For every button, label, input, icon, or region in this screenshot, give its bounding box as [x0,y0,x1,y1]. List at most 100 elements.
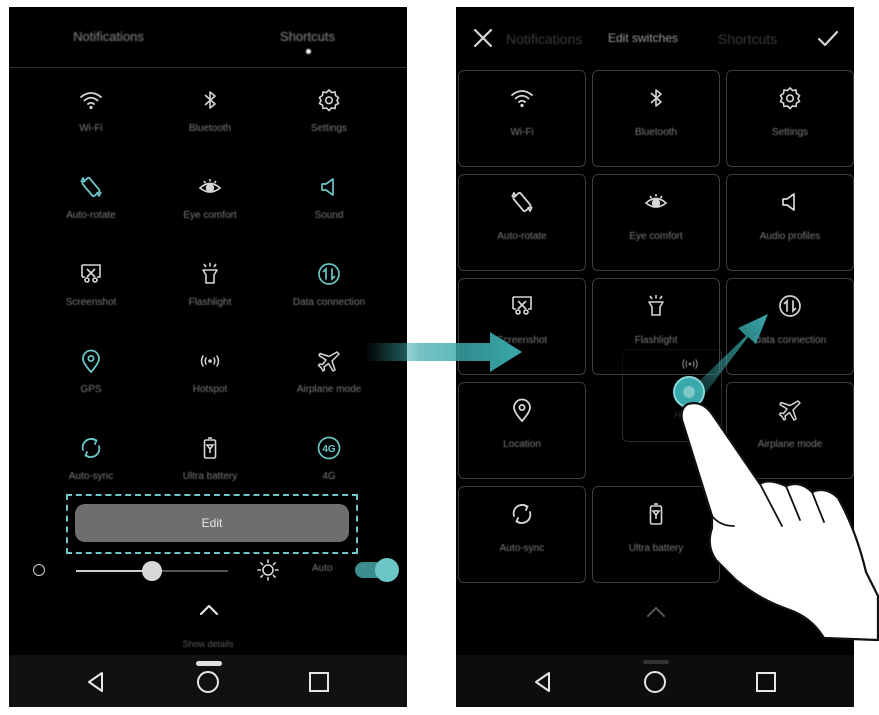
brightness-slider[interactable] [76,561,228,581]
bluetooth-icon [643,85,669,111]
high-brightness-icon [257,559,279,581]
switch-tile-label: Bluetooth [634,127,678,138]
wifi-icon [78,87,104,113]
home-nav-button[interactable] [640,667,670,697]
switch-tile-label: Audio profiles [759,231,821,242]
switch-tile-wi-fi[interactable]: Wi-Fi [458,70,586,167]
toggle-4g[interactable]: 4G [264,431,394,501]
toggle-airplane-mode[interactable]: Airplane mode [264,344,394,414]
drag-handle[interactable] [196,661,222,666]
hotspot-icon [679,353,701,375]
toggle-sound[interactable]: Sound [264,170,394,240]
edit-highlight-frame: Edit [66,494,358,554]
eye-icon [197,174,223,200]
recents-nav-button[interactable] [751,667,781,697]
switch-tile-auto-rotate[interactable]: Auto-rotate [458,174,586,271]
toggle-hotspot[interactable]: Hotspot [145,344,275,414]
switch-tile-settings[interactable]: Settings [726,70,854,167]
close-icon[interactable] [472,27,494,49]
switch-tile-data-connection[interactable]: Data connection [726,278,854,375]
sync-icon [78,435,104,461]
home-nav-button[interactable] [193,667,223,697]
toggle-screenshot[interactable]: Screenshot [26,257,156,327]
toggle-gps[interactable]: GPS [26,344,156,414]
switch-tile-screenshot[interactable]: Screenshot [458,278,586,375]
chevron-up-icon [646,606,666,618]
location-pin-icon [78,348,104,374]
chevron-up-icon[interactable] [198,603,220,617]
toggle-eye-comfort[interactable]: Eye comfort [145,170,275,240]
edit-title: Edit switches [608,31,679,45]
switch-tile-ultra-battery[interactable]: Ultra battery [592,486,720,583]
tab-notifications[interactable]: Notifications [9,29,208,44]
toggle-data-connection[interactable]: Data connection [264,257,394,327]
header-divider [9,67,407,68]
toggle-wi-fi[interactable]: Wi-Fi [26,83,156,153]
tab-shortcuts-label: Shortcuts [280,28,335,44]
switch-tile-auto-sync[interactable]: Auto-sync [458,486,586,583]
switch-tile-airplane-mode[interactable]: Airplane mode [726,382,854,479]
collapse-label: Show details [182,639,234,649]
switch-tile-location[interactable]: Location [458,382,586,479]
airplane-icon [777,397,803,423]
flashlight-icon [643,293,669,319]
drag-handle [643,660,669,664]
switch-tile-label: Flashlight [634,335,678,346]
speaker-icon [777,189,803,215]
switch-tile-label: Auto-sync [499,543,545,554]
toggle-settings[interactable]: Settings [264,83,394,153]
flashlight-icon [197,261,223,287]
toggle-label: Data connection [292,297,366,308]
edit-switches-screen: Notifications Edit switches Shortcuts Wi… [456,7,854,707]
gear-icon [777,85,803,111]
brightness-row: Auto [9,553,407,585]
back-nav-button[interactable] [81,667,111,697]
switch-tile-eye-comfort[interactable]: Eye comfort [592,174,720,271]
switch-tile-label: Settings [771,127,809,138]
switch-tile-bluetooth[interactable]: Bluetooth [592,70,720,167]
switch-tile-audio-profiles[interactable]: Audio profiles [726,174,854,271]
auto-brightness-label: Auto [312,563,333,574]
toggle-label: Settings [310,123,348,134]
toggle-auto-sync[interactable]: Auto-sync [26,431,156,501]
ghost-tab-notifications: Notifications [506,31,583,47]
toggle-label: Hotspot [192,384,228,395]
rotate-icon [78,174,104,200]
gear-icon [316,87,342,113]
recents-nav-button[interactable] [304,667,334,697]
switch-tile-label: Ultra battery [628,543,684,554]
toggle-bluetooth[interactable]: Bluetooth [145,83,275,153]
quick-settings-screen: Notifications Shortcuts Wi-Fi Bluetooth Se… [9,7,407,707]
active-tab-indicator [305,48,311,54]
edit-header: Notifications Edit switches Shortcuts [456,7,854,69]
switch-tile-label: Wi-Fi [510,127,534,138]
back-nav-button[interactable] [528,667,558,697]
screenshot-icon [509,293,535,319]
airplane-icon [316,348,342,374]
rotate-icon [509,189,535,215]
switch-tile-label: Location [503,439,541,450]
switch-tile-label: Airplane mode [757,439,823,450]
toggle-label: Eye comfort [183,210,237,221]
toggle-label: Ultra battery [182,471,238,482]
toggle-auto-rotate[interactable]: Auto-rotate [26,170,156,240]
confirm-check-icon[interactable] [816,29,840,49]
data-icon [777,293,803,319]
low-brightness-icon [33,564,45,576]
location-pin-icon [509,397,535,423]
screenshot-icon [78,261,104,287]
toggle-label: Auto-rotate [66,210,116,221]
ghost-tab-shortcuts: Shortcuts [718,31,778,47]
toggle-label: Auto-sync [68,471,114,482]
brightness-slider-thumb[interactable] [142,561,162,581]
toggle-label: Screenshot [65,297,117,308]
speaker-icon [316,174,342,200]
edit-button[interactable]: Edit [75,504,349,542]
tab-shortcuts[interactable]: Shortcuts [208,28,407,54]
switch-tile-hotspot[interactable]: Hotspot [660,353,720,420]
auto-brightness-toggle[interactable] [355,558,399,582]
toggle-label: GPS [80,384,102,395]
toggle-ultra-battery[interactable]: Ultra battery [145,431,275,501]
navigation-bar [9,655,407,707]
toggle-flashlight[interactable]: Flashlight [145,257,275,327]
